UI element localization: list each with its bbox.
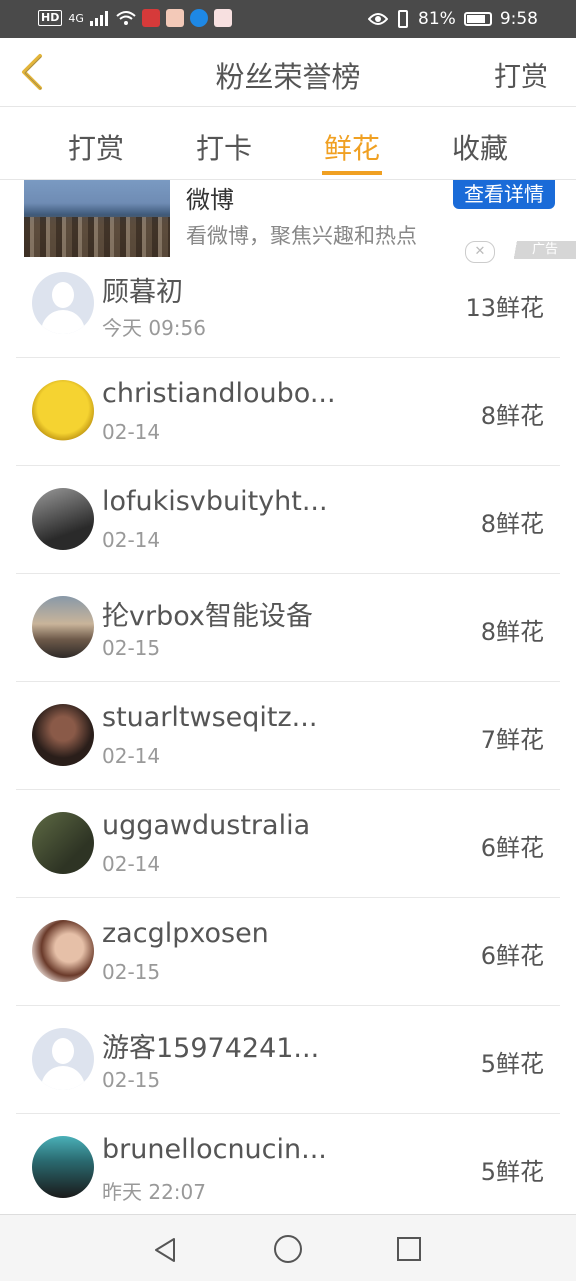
timestamp: 02-15	[102, 636, 161, 660]
user-name: brunellocnucin...	[102, 1134, 327, 1165]
ad-label: 广告	[510, 241, 576, 259]
avatar	[32, 488, 94, 550]
battery-percent: 81%	[418, 9, 456, 29]
user-name: 游客15974241...	[102, 1033, 320, 1064]
list-item[interactable]: stuarltwseqitz... 02-14 7鲜花	[16, 682, 560, 790]
user-name: christiandloubo...	[102, 378, 336, 409]
avatar	[32, 596, 94, 658]
app-notification-icon	[141, 9, 160, 27]
fan-list: 顾暮初 今天 09:56 13鲜花 christiandloubo... 02-…	[16, 250, 560, 1222]
user-name: stuarltwseqitz...	[102, 702, 318, 733]
wifi-icon	[116, 11, 136, 25]
flower-count: 5鲜花	[480, 1050, 544, 1078]
page-title: 粉丝荣誉榜	[215, 60, 361, 94]
user-name: 顾暮初	[102, 277, 183, 308]
ad-title: 微博	[186, 186, 234, 214]
tab-favorites[interactable]: 收藏	[416, 127, 544, 167]
timestamp: 02-15	[102, 1068, 161, 1092]
flower-count: 8鲜花	[480, 510, 544, 538]
tab-flowers[interactable]: 鲜花	[288, 127, 416, 167]
ad-details-button[interactable]: 查看详情	[453, 180, 555, 209]
user-name: lofukisvbuityht...	[102, 486, 328, 517]
avatar	[32, 1136, 94, 1198]
clock: 9:58	[499, 9, 538, 29]
tab-checkin[interactable]: 打卡	[160, 127, 288, 167]
app-header: 粉丝荣誉榜 打赏	[0, 38, 576, 107]
ad-close-button[interactable]: ✕	[465, 241, 495, 263]
square-recent-icon[interactable]	[397, 1237, 421, 1261]
list-item[interactable]: christiandloubo... 02-14 8鲜花	[16, 358, 560, 466]
timestamp: 02-14	[102, 420, 161, 444]
tab-reward[interactable]: 打赏	[32, 127, 160, 167]
user-name: uggawdustralia	[102, 810, 311, 841]
status-bar: HD 4G 81% 9:58	[0, 0, 576, 38]
timestamp: 02-14	[102, 744, 161, 768]
app-notification-icon	[165, 9, 184, 27]
avatar	[32, 380, 94, 442]
user-name: zacglpxosen	[102, 918, 269, 949]
timestamp: 02-15	[102, 960, 161, 984]
flower-count: 5鲜花	[480, 1158, 544, 1186]
list-item[interactable]: 抡vrbox智能设备 02-15 8鲜花	[16, 574, 560, 682]
timestamp: 昨天 22:07	[102, 1180, 206, 1204]
timestamp: 02-14	[102, 528, 161, 552]
list-item[interactable]: 游客15974241... 02-15 5鲜花	[16, 1006, 560, 1114]
list-item[interactable]: uggawdustralia 02-14 6鲜花	[16, 790, 560, 898]
user-name: 抡vrbox智能设备	[102, 601, 313, 632]
avatar	[32, 704, 94, 766]
avatar	[32, 920, 94, 982]
signal-icon	[89, 11, 108, 26]
flower-count: 13鲜花	[465, 294, 544, 322]
circle-home-icon[interactable]	[274, 1235, 302, 1263]
timestamp: 02-14	[102, 852, 161, 876]
signal-label: 4G	[68, 11, 84, 25]
flower-count: 6鲜花	[480, 834, 544, 862]
timestamp: 今天 09:56	[102, 316, 206, 340]
avatar	[32, 1028, 94, 1090]
close-icon: ✕	[474, 244, 486, 259]
tab-active-indicator	[322, 171, 382, 175]
battery-icon	[463, 12, 492, 26]
vibrate-icon	[398, 10, 409, 28]
eye-icon	[368, 13, 389, 25]
hd-indicator: HD	[38, 10, 63, 26]
list-item[interactable]: 顾暮初 今天 09:56 13鲜花	[16, 250, 560, 358]
flower-count: 7鲜花	[480, 726, 544, 754]
list-item[interactable]: zacglpxosen 02-15 6鲜花	[16, 898, 560, 1006]
triangle-back-icon[interactable]	[150, 1235, 180, 1265]
flower-count: 6鲜花	[480, 942, 544, 970]
app-notification-icon	[189, 9, 208, 27]
app-notification-icon	[213, 9, 232, 27]
ad-description: 看微博，聚焦兴趣和热点	[186, 224, 417, 248]
flower-count: 8鲜花	[480, 618, 544, 646]
reward-button[interactable]: 打赏	[494, 55, 548, 94]
ad-image	[24, 180, 170, 257]
list-item[interactable]: brunellocnucin... 昨天 22:07 5鲜花	[16, 1114, 560, 1222]
tab-bar: 打赏 打卡 鲜花 收藏	[0, 107, 576, 180]
system-nav-bar	[0, 1214, 576, 1281]
list-item[interactable]: lofukisvbuityht... 02-14 8鲜花	[16, 466, 560, 574]
avatar	[32, 272, 94, 334]
flower-count: 8鲜花	[480, 402, 544, 430]
avatar	[32, 812, 94, 874]
